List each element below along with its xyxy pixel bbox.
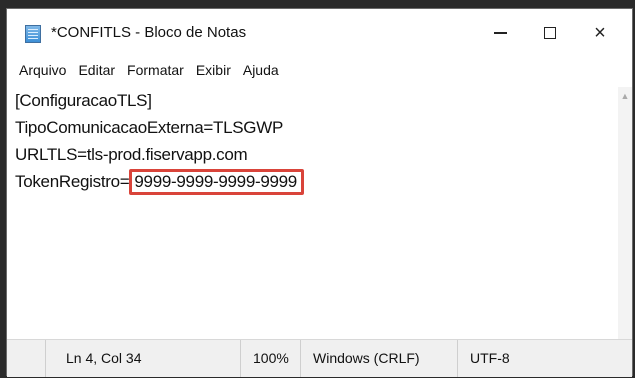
menu-bar: Arquivo Editar Formatar Exibir Ajuda [7, 58, 632, 82]
close-button[interactable]: × [577, 17, 623, 49]
minimize-icon [493, 32, 507, 34]
menu-ajuda[interactable]: Ajuda [237, 62, 285, 78]
window-title: *CONFITLS - Bloco de Notas [51, 24, 247, 41]
vertical-scrollbar[interactable]: ▲ ▼ [618, 87, 632, 353]
editor-line-token: TokenRegistro= 9999-9999-9999-9999 [15, 168, 612, 195]
menu-editar[interactable]: Editar [72, 62, 121, 78]
menu-arquivo[interactable]: Arquivo [7, 62, 72, 78]
menu-formatar[interactable]: Formatar [121, 62, 190, 78]
zoom-level: 100% [240, 340, 300, 377]
editor-line: [ConfiguracaoTLS] [15, 91, 152, 110]
status-bar: Ln 4, Col 34 100% Windows (CRLF) UTF-8 [7, 339, 632, 377]
line-ending: Windows (CRLF) [300, 340, 457, 377]
highlighted-token: 9999-9999-9999-9999 [129, 169, 304, 195]
maximize-button[interactable] [527, 17, 573, 49]
notepad-window: *CONFITLS - Bloco de Notas × Arquivo Edi… [6, 8, 633, 377]
close-icon: × [594, 21, 606, 44]
encoding: UTF-8 [457, 340, 607, 377]
editor-line: URLTLS=tls-prod.fiservapp.com [15, 145, 248, 164]
text-editor[interactable]: [ConfiguracaoTLS] TipoComunicacaoExterna… [15, 87, 612, 337]
maximize-icon [544, 27, 556, 39]
notepad-icon [25, 25, 41, 43]
editor-line: TipoComunicacaoExterna=TLSGWP [15, 118, 283, 137]
minimize-button[interactable] [477, 17, 523, 49]
menu-exibir[interactable]: Exibir [190, 62, 237, 78]
cursor-position: Ln 4, Col 34 [45, 340, 240, 377]
title-bar[interactable]: *CONFITLS - Bloco de Notas × [7, 9, 632, 51]
scroll-up-icon[interactable]: ▲ [618, 89, 632, 103]
token-key: TokenRegistro= [15, 172, 130, 191]
